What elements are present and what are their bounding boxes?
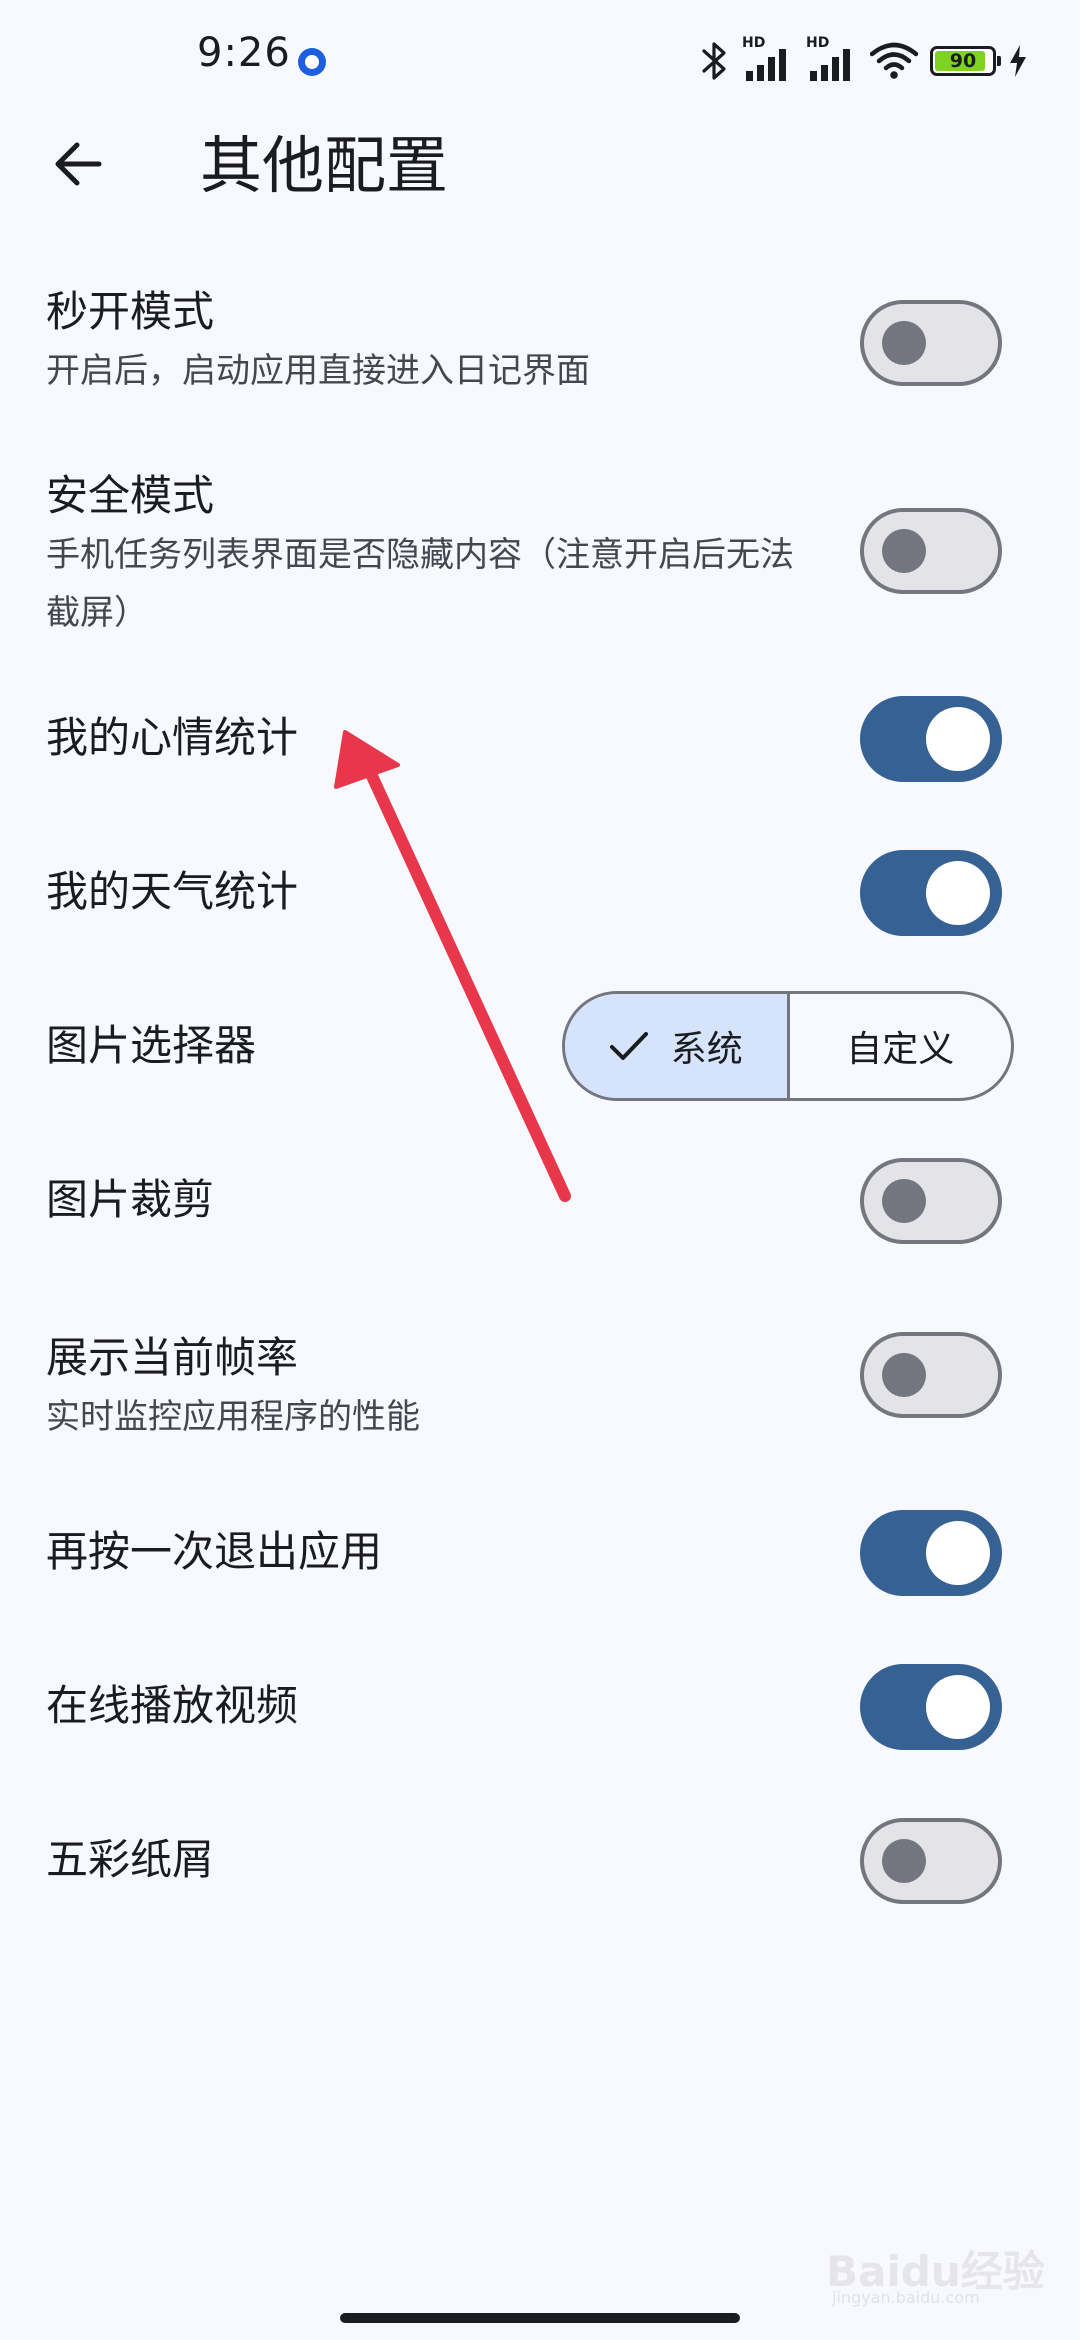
setting-row-image-crop[interactable]: 图片裁剪 xyxy=(0,1156,1080,1246)
switch-knob xyxy=(882,1353,926,1397)
wifi-icon xyxy=(870,42,918,79)
show-fps-switch[interactable] xyxy=(860,1332,1002,1418)
setting-row-weather-stats[interactable]: 我的天气统计 xyxy=(0,848,1080,938)
hd-label-2: HD xyxy=(806,35,830,51)
battery-level: 90 xyxy=(949,50,977,72)
status-bar: 9:26 HD HD 90 xyxy=(0,0,1080,124)
double-back-exit-switch[interactable] xyxy=(860,1510,1002,1596)
mood-stats-switch[interactable] xyxy=(860,696,1002,782)
switch-knob xyxy=(882,529,926,573)
image-picker-segmented: 系统 自定义 xyxy=(562,991,1014,1101)
setting-title: 图片裁剪 xyxy=(46,1175,215,1224)
setting-subtitle: 手机任务列表界面是否隐藏内容（注意开启后无法截屏） xyxy=(46,535,794,633)
setting-title: 我的心情统计 xyxy=(46,713,299,762)
hd-label-1: HD xyxy=(742,35,766,51)
setting-row-safe-mode[interactable]: 安全模式 手机任务列表界面是否隐藏内容（注意开启后无法截屏） xyxy=(0,456,1080,646)
signal-2-icon: HD xyxy=(806,35,858,81)
home-indicator[interactable] xyxy=(340,2313,740,2323)
setting-title: 再按一次退出应用 xyxy=(46,1527,383,1576)
switch-knob xyxy=(926,861,990,925)
segment-label: 系统 xyxy=(670,1029,743,1070)
setting-title: 五彩纸屑 xyxy=(46,1835,215,1884)
online-video-switch[interactable] xyxy=(860,1664,1002,1750)
app-notification-icon xyxy=(298,48,326,76)
battery-icon: 90 xyxy=(930,46,1001,76)
status-icons: HD HD 90 xyxy=(700,35,1028,84)
setting-title: 我的天气统计 xyxy=(46,867,299,916)
setting-row-online-video[interactable]: 在线播放视频 xyxy=(0,1662,1080,1752)
back-button[interactable] xyxy=(42,128,114,200)
watermark-logo: Baidu经验 jingyan.baidu.com xyxy=(826,2212,1046,2307)
check-icon xyxy=(609,1032,648,1060)
segment-label: 自定义 xyxy=(846,1029,955,1070)
setting-subtitle: 实时监控应用程序的性能 xyxy=(46,1397,420,1437)
image-crop-switch[interactable] xyxy=(860,1158,1002,1244)
weather-stats-switch[interactable] xyxy=(860,850,1002,936)
segment-system[interactable]: 系统 xyxy=(565,994,790,1098)
setting-title: 安全模式 xyxy=(46,471,215,520)
quick-open-switch[interactable] xyxy=(860,300,1002,386)
switch-knob xyxy=(882,321,926,365)
setting-row-mood-stats[interactable]: 我的心情统计 xyxy=(0,694,1080,784)
arrow-left-icon xyxy=(55,142,102,186)
setting-title: 展示当前帧率 xyxy=(46,1333,299,1382)
setting-row-double-back-exit[interactable]: 再按一次退出应用 xyxy=(0,1508,1080,1598)
switch-knob xyxy=(882,1179,926,1223)
status-time: 9:26 xyxy=(197,30,291,76)
setting-title: 图片选择器 xyxy=(46,1021,257,1070)
page-title: 其他配置 xyxy=(200,129,449,202)
switch-knob xyxy=(926,707,990,771)
segment-custom[interactable]: 自定义 xyxy=(790,994,1012,1098)
setting-subtitle: 开启后，启动应用直接进入日记界面 xyxy=(46,351,590,391)
setting-title: 在线播放视频 xyxy=(46,1681,299,1730)
setting-row-confetti[interactable]: 五彩纸屑 xyxy=(0,1816,1080,1906)
switch-knob xyxy=(882,1839,926,1883)
setting-row-show-fps[interactable]: 展示当前帧率 实时监控应用程序的性能 xyxy=(0,1318,1080,1458)
safe-mode-switch[interactable] xyxy=(860,508,1002,594)
watermark-sub: jingyan.baidu.com xyxy=(832,2288,980,2307)
setting-title: 秒开模式 xyxy=(46,287,215,336)
switch-knob xyxy=(926,1521,990,1585)
setting-row-quick-open[interactable]: 秒开模式 开启后，启动应用直接进入日记界面 xyxy=(0,272,1080,412)
charging-icon xyxy=(1010,45,1026,77)
switch-knob xyxy=(926,1675,990,1739)
bluetooth-icon xyxy=(702,42,726,80)
signal-1-icon: HD xyxy=(742,35,794,81)
confetti-switch[interactable] xyxy=(860,1818,1002,1904)
